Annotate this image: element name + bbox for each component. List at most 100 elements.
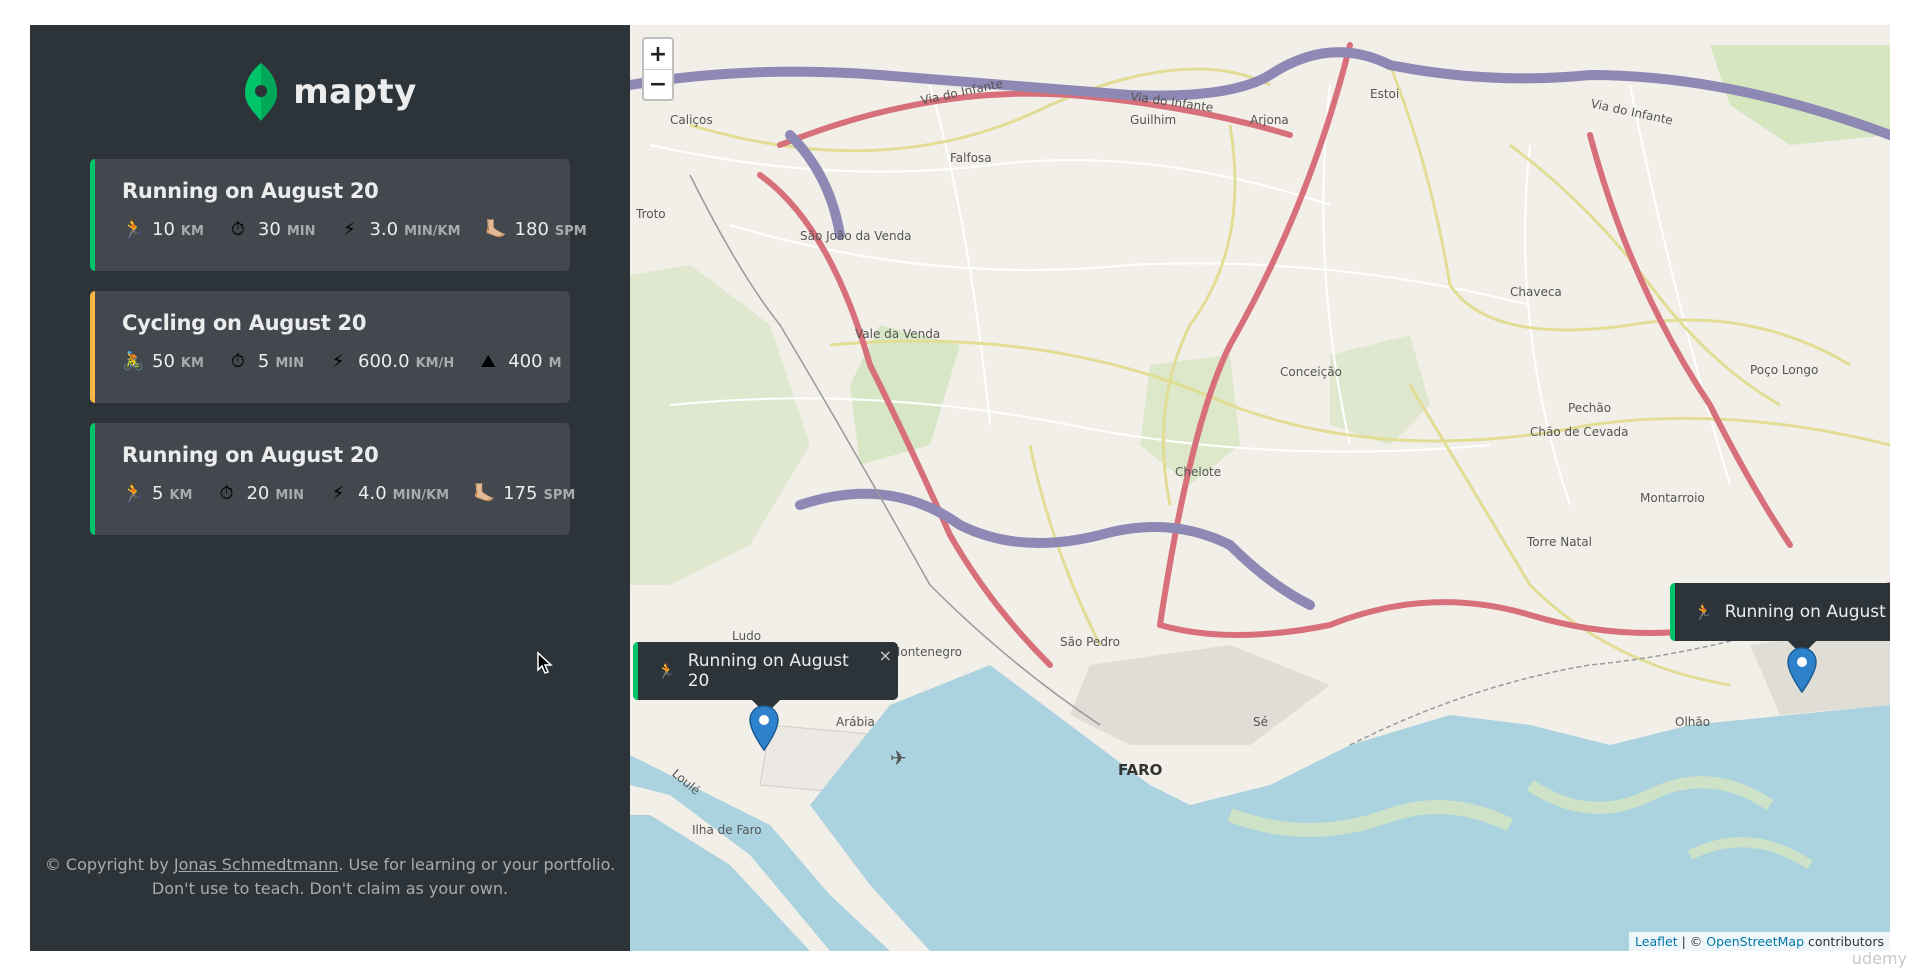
detail-unit: m <box>548 356 562 371</box>
map-place-label: Ilha de Faro <box>692 823 762 837</box>
stopwatch-icon: ⏱ <box>230 351 245 372</box>
map-marker-icon[interactable] <box>749 705 779 751</box>
runner-icon: 🏃 <box>657 662 676 680</box>
app-frame: mapty Running on August 20 🏃 10 km ⏱ 30 min ⚡ 3.… <box>30 25 1890 951</box>
sidebar: mapty Running on August 20 🏃 10 km ⏱ 30 min ⚡ 3.… <box>30 25 630 951</box>
attribution-separator: | © <box>1677 934 1707 949</box>
lightning-icon: ⚡ <box>343 219 356 240</box>
osm-link[interactable]: OpenStreetMap <box>1706 934 1804 949</box>
detail-unit: min/km <box>392 488 450 503</box>
workout-detail: ⚡ 4.0 min/km <box>328 483 449 504</box>
zoom-control: + − <box>642 37 674 101</box>
detail-unit: min/km <box>404 224 461 239</box>
logo: mapty <box>243 61 417 123</box>
svg-text:✈: ✈ <box>890 746 907 770</box>
workout-detail: ⚡ 3.0 min/km <box>339 219 460 240</box>
runner-icon: 🏃 <box>122 219 145 240</box>
lightning-icon: ⚡ <box>331 351 345 372</box>
mouse-cursor-icon <box>537 651 553 674</box>
popup-text: Running on August 2 <box>1724 602 1890 622</box>
map-marker-icon[interactable] <box>1787 647 1817 693</box>
workout-detail: 🏃 10 km <box>122 219 204 240</box>
map-place-label: Montarroio <box>1640 491 1705 505</box>
stopwatch-icon: ⏱ <box>230 219 245 240</box>
detail-value: 400 <box>508 351 543 372</box>
workout-title: Running on August 20 <box>122 179 379 203</box>
zoom-out-button[interactable]: − <box>644 69 672 99</box>
map-place-label: FARO <box>1118 761 1163 779</box>
map-place-label: Caliços <box>670 113 713 127</box>
map-place-label: Torre Natal <box>1527 535 1592 549</box>
workout-title: Running on August 20 <box>122 443 379 467</box>
workout-list: Running on August 20 🏃 10 km ⏱ 30 min ⚡ 3.0 min/k… <box>90 159 587 535</box>
detail-value: 50 <box>152 351 175 372</box>
workout-details: 🚴 50 km ⏱ 5 min ⚡ 600.0 km/h ⛰ 400 m <box>122 351 562 372</box>
map-place-label: Chelote <box>1175 465 1222 479</box>
detail-unit: km/h <box>415 356 455 371</box>
workout-detail: ⛰ 400 m <box>478 351 562 372</box>
detail-unit: spm <box>543 488 576 503</box>
detail-unit: min <box>275 356 305 371</box>
zoom-in-button[interactable]: + <box>644 39 672 69</box>
detail-value: 3.0 <box>369 219 399 240</box>
detail-value: 5 <box>257 351 270 372</box>
detail-unit: km <box>169 488 193 503</box>
map-place-label: Poço Longo <box>1750 363 1819 377</box>
map-place-label: Falfosa <box>950 151 992 165</box>
map-place-label: Guilhim <box>1130 113 1177 127</box>
attribution-suffix: contributors <box>1804 934 1884 949</box>
workout-running[interactable]: Running on August 20 🏃 10 km ⏱ 30 min ⚡ 3.0 min/k… <box>90 159 587 271</box>
udemy-watermark: udemy <box>1851 949 1907 968</box>
workout-detail: 🦶🏼 180 spm <box>485 219 587 240</box>
close-icon[interactable]: × <box>879 646 892 665</box>
workout-detail: ⏱ 30 min <box>228 219 316 240</box>
map-place-label: Ludo <box>732 629 762 643</box>
map-place-label: Sé <box>1253 715 1268 729</box>
map-place-label: São Pedro <box>1060 635 1120 649</box>
map-place-label: Arjona <box>1250 113 1289 127</box>
detail-value: 5 <box>152 483 164 504</box>
copyright-notice: © Copyright by Jonas Schmedtmann. Use fo… <box>30 853 630 901</box>
workout-cycling[interactable]: Cycling on August 20 🚴 50 km ⏱ 5 min ⚡ 600.0 km/h… <box>90 291 570 403</box>
stopwatch-icon: ⏱ <box>219 483 234 504</box>
map-place-label: São João da Venda <box>800 229 912 243</box>
cyclist-icon: 🚴 <box>122 351 145 372</box>
map-place-label: Montenegro <box>890 645 963 659</box>
workout-detail: 🚴 50 km <box>122 351 204 372</box>
map[interactable]: ✈ Via do Infante Via do Infante Via do Inf… <box>630 25 1890 951</box>
workout-detail: ⏱ 5 min <box>228 351 304 372</box>
workout-details: 🏃 10 km ⏱ 30 min ⚡ 3.0 min/km 🦶🏼 180 spm <box>122 219 587 240</box>
detail-unit: spm <box>554 224 587 239</box>
workout-running[interactable]: Running on August 20 🏃 5 km ⏱ 20 min ⚡ 4.0 min/km… <box>90 423 575 535</box>
detail-value: 4.0 <box>358 483 387 504</box>
workout-popup[interactable]: 🏃 Running on August 20 × <box>633 642 898 715</box>
workout-title: Cycling on August 20 <box>122 311 367 335</box>
map-place-label: Chão de Cevada <box>1530 425 1629 439</box>
map-place-label: Olhão <box>1675 715 1711 729</box>
runner-icon: 🏃 <box>122 483 145 504</box>
detail-value: 175 <box>503 483 538 504</box>
detail-unit: km <box>180 356 204 371</box>
map-place-label: Estoi <box>1370 87 1400 101</box>
workout-detail: 🏃 5 km <box>122 483 192 504</box>
foot-icon: 🦶🏼 <box>484 219 507 240</box>
lightning-icon: ⚡ <box>331 483 345 504</box>
foot-icon: 🦶🏼 <box>473 483 496 504</box>
map-place-label: Pechão <box>1568 401 1612 415</box>
workout-details: 🏃 5 km ⏱ 20 min ⚡ 4.0 min/km 🦶🏼 175 spm <box>122 483 575 504</box>
map-place-label: Troto <box>636 207 666 221</box>
leaflet-link[interactable]: Leaflet <box>1635 934 1678 949</box>
popup-text: Running on August 20 <box>687 651 849 691</box>
workout-popup[interactable]: 🏃 Running on August 2 <box>1670 583 1890 656</box>
copyright-prefix: © Copyright by <box>44 855 174 874</box>
detail-value: 20 <box>246 483 270 504</box>
detail-value: 600.0 <box>358 351 410 372</box>
detail-value: 180 <box>514 219 549 240</box>
map-pin-logo-icon <box>245 63 278 121</box>
mountain-icon: ⛰ <box>480 351 496 372</box>
detail-unit: min <box>286 224 316 239</box>
detail-value: 10 <box>152 219 175 240</box>
map-tiles: ✈ <box>630 25 1890 951</box>
author-link[interactable]: Jonas Schmedtmann <box>174 855 339 874</box>
runner-icon: 🏃 <box>1694 603 1713 621</box>
